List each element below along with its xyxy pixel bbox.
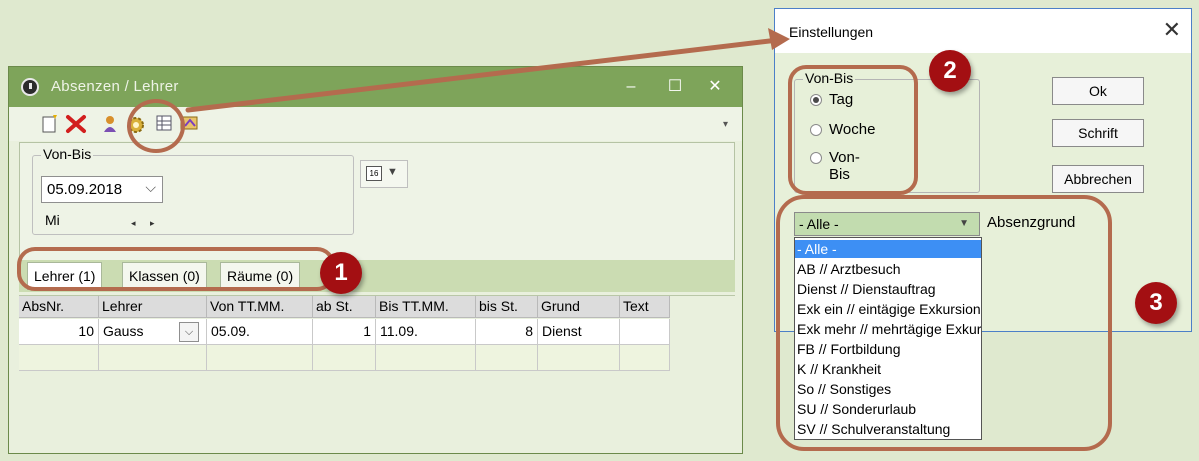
column-header[interactable]: bis St.: [476, 296, 538, 318]
von-bis-label: Von-Bis: [41, 146, 94, 162]
minimize-button[interactable]: –: [617, 75, 645, 99]
calendar-icon: 16: [366, 166, 382, 181]
column-header[interactable]: Grund: [538, 296, 620, 318]
new-document-icon[interactable]: [39, 114, 61, 134]
von-bis-group: Von-Bis 05.09.2018 ⌵ Mi ◂ ▸: [32, 146, 354, 235]
window-title: Absenzen / Lehrer: [51, 78, 179, 95]
new-row-cell[interactable]: [207, 345, 313, 371]
delete-icon[interactable]: [65, 114, 87, 134]
cell-text[interactable]: [620, 319, 670, 345]
clock-icon: [21, 78, 39, 96]
window-titlebar[interactable]: Absenzen / Lehrer – ☐ ✕: [9, 67, 742, 107]
cell-bis[interactable]: 11.09.: [376, 319, 476, 345]
chevron-down-icon: ▼: [387, 166, 398, 178]
weekday-label: Mi: [45, 212, 60, 228]
dialog-close-button[interactable]: ✕: [1163, 17, 1181, 43]
date-picker[interactable]: 05.09.2018 ⌵: [41, 176, 163, 203]
chevron-down-icon: ⌵: [145, 179, 156, 195]
absence-table: AbsNr. Lehrer Von TT.MM. ab St. Bis TT.M…: [19, 295, 735, 452]
column-header[interactable]: Lehrer: [99, 296, 207, 318]
cancel-button[interactable]: Abbrechen: [1052, 165, 1144, 193]
cell-ab-st[interactable]: 1: [313, 319, 376, 345]
column-header[interactable]: AbsNr.: [19, 296, 99, 318]
close-button[interactable]: ✕: [701, 75, 729, 99]
calendar-button[interactable]: 16 ▼: [360, 160, 408, 188]
dialog-titlebar[interactable]: Einstellungen ✕: [775, 9, 1191, 53]
teacher-dropdown-button[interactable]: ⌵: [179, 322, 199, 342]
callout-von-bis: [788, 65, 918, 195]
new-row-cell[interactable]: [99, 345, 207, 371]
new-row-cell[interactable]: [538, 345, 620, 371]
day-navigation-arrows[interactable]: ◂ ▸: [131, 218, 161, 229]
toolbar: ▾: [9, 107, 742, 141]
font-button[interactable]: Schrift: [1052, 119, 1144, 147]
date-value: 05.09.2018: [47, 181, 123, 198]
new-row-cell[interactable]: [313, 345, 376, 371]
callout-settings-icon: [127, 99, 185, 153]
column-header[interactable]: Text: [620, 296, 670, 318]
callout-tabs: [17, 247, 335, 291]
cell-von[interactable]: 05.09.: [207, 319, 313, 345]
column-header[interactable]: Von TT.MM.: [207, 296, 313, 318]
column-header[interactable]: Bis TT.MM.: [376, 296, 476, 318]
badge-3: 3: [1135, 282, 1177, 324]
maximize-button[interactable]: ☐: [661, 75, 689, 99]
badge-2: 2: [929, 50, 971, 92]
cell-lehrer-value: Gauss: [103, 323, 144, 339]
new-row-cell[interactable]: [620, 345, 670, 371]
new-row-cell[interactable]: [376, 345, 476, 371]
cell-grund[interactable]: Dienst: [538, 319, 620, 345]
ok-button[interactable]: Ok: [1052, 77, 1144, 105]
dialog-title: Einstellungen: [789, 24, 874, 40]
new-row-cell[interactable]: [19, 345, 99, 371]
callout-absence-reason: [776, 195, 1112, 451]
person-icon[interactable]: [99, 114, 121, 134]
new-row-cell[interactable]: [476, 345, 538, 371]
badge-1: 1: [320, 252, 362, 294]
cell-bis-st[interactable]: 8: [476, 319, 538, 345]
toolbar-overflow-icon[interactable]: ▾: [723, 119, 728, 130]
column-header[interactable]: ab St.: [313, 296, 376, 318]
cell-absnr[interactable]: 10: [19, 319, 99, 345]
